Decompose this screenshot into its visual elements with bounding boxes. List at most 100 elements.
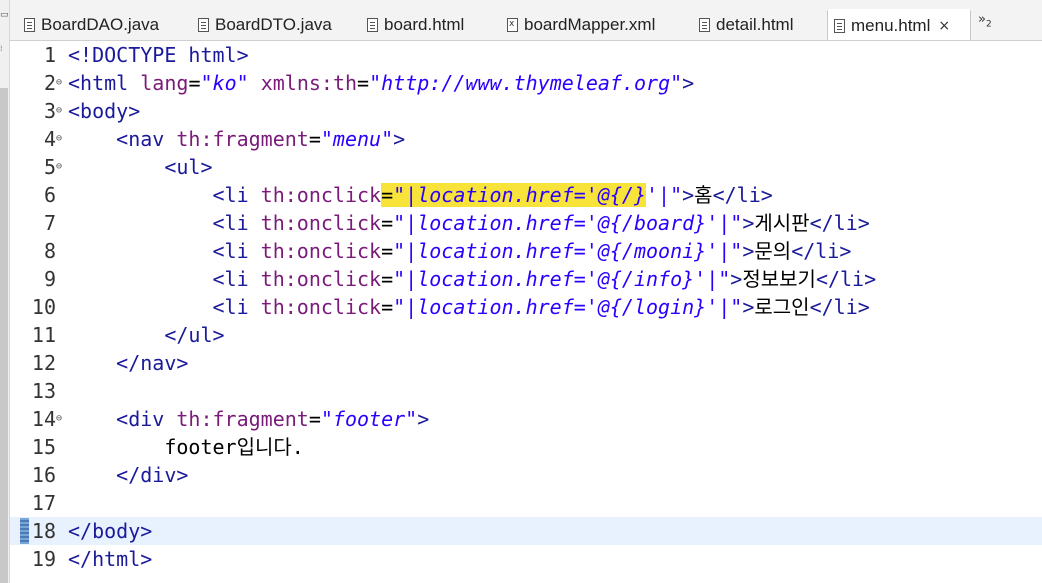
code-editor[interactable]: 1 <!DOCTYPE html> 2 ⊖ <html lang="ko" xm… bbox=[10, 41, 1042, 583]
fold-toggle-icon[interactable]: ⊖ bbox=[56, 105, 62, 117]
code-line: 11 </ul> bbox=[10, 321, 1042, 349]
tag: <li bbox=[68, 211, 249, 235]
line-number: 10 bbox=[31, 295, 56, 319]
tag: <li bbox=[68, 295, 249, 319]
tab-label: detail.html bbox=[716, 14, 794, 34]
tag: > bbox=[682, 71, 695, 95]
line-number: 16 bbox=[31, 463, 56, 487]
tag: > bbox=[393, 127, 406, 151]
line-number: 19 bbox=[31, 547, 56, 571]
equals: = bbox=[381, 295, 394, 319]
tab-board-html[interactable]: board.html bbox=[361, 9, 501, 40]
code-line: 6 <li th:onclick="|location.href='@{/}'|… bbox=[10, 181, 1042, 209]
code-text: <li th:onclick="|location.href='@{/board… bbox=[68, 209, 869, 237]
line-number: 5 bbox=[43, 155, 56, 179]
tag: > bbox=[742, 239, 755, 263]
equals: = bbox=[188, 71, 201, 95]
chevron-double-right-icon: » bbox=[978, 12, 986, 27]
tab-boarddto-java[interactable]: BoardDTO.java bbox=[192, 9, 362, 40]
text-content: 게시판 bbox=[754, 211, 810, 235]
line-number: 2 bbox=[43, 71, 56, 95]
code-text: footer입니다. bbox=[68, 435, 304, 459]
tag: </html> bbox=[68, 547, 153, 571]
text-content: 정보보기 bbox=[742, 267, 816, 291]
panel-dots-icon: ⁞ bbox=[0, 44, 3, 53]
tag: </div> bbox=[68, 463, 189, 487]
attr-value: "|location.href='@{/board}'|" bbox=[393, 211, 743, 235]
code-line: 2 ⊖ <html lang="ko" xmlns:th="http://www… bbox=[10, 69, 1042, 97]
code-line: 10 <li th:onclick="|location.href='@{/lo… bbox=[10, 293, 1042, 321]
tag: <li bbox=[68, 183, 249, 207]
tag: <li bbox=[68, 267, 249, 291]
line-number: 17 bbox=[31, 491, 56, 515]
tag: > bbox=[682, 183, 695, 207]
panel-scrollbar[interactable] bbox=[0, 88, 8, 583]
tag: > bbox=[417, 407, 430, 431]
code-line: 7 <li th:onclick="|location.href='@{/boa… bbox=[10, 209, 1042, 237]
code-text: <body> bbox=[68, 97, 140, 125]
attribute: lang bbox=[128, 71, 189, 95]
line-number: 15 bbox=[31, 435, 56, 459]
tab-detail-html[interactable]: detail.html bbox=[693, 9, 827, 40]
code-text: <li th:onclick="|location.href='@{/info}… bbox=[68, 265, 876, 293]
fold-toggle-icon[interactable]: ⊖ bbox=[56, 413, 62, 425]
tab-menu-html[interactable]: menu.html × bbox=[827, 9, 971, 40]
code-text: </body> bbox=[68, 517, 152, 545]
code-text: </ul> bbox=[68, 321, 224, 349]
text-content: 문의 bbox=[754, 239, 792, 263]
equals: = bbox=[381, 183, 394, 207]
fold-toggle-icon[interactable]: ⊖ bbox=[56, 77, 62, 89]
attr-value: "ko" bbox=[200, 71, 249, 95]
code-line: 8 <li th:onclick="|location.href='@{/moo… bbox=[10, 237, 1042, 265]
line-number: 13 bbox=[31, 379, 56, 403]
tab-label: menu.html bbox=[851, 15, 931, 35]
line-number: 8 bbox=[43, 239, 56, 263]
code-line: 16 </div> bbox=[10, 461, 1042, 489]
code-line: 5 ⊖ <ul> bbox=[10, 153, 1042, 181]
attr-value: "menu" bbox=[320, 127, 394, 151]
code-line: 3 ⊖ <body> bbox=[10, 97, 1042, 125]
attribute: th:onclick bbox=[248, 211, 382, 235]
tab-label: boardMapper.xml bbox=[524, 14, 656, 34]
code-line: 13 bbox=[10, 377, 1042, 405]
tab-boarddao-java[interactable]: BoardDAO.java bbox=[18, 9, 198, 40]
equals: = bbox=[357, 71, 370, 95]
code-text: </nav> bbox=[68, 349, 188, 377]
tag: > bbox=[742, 295, 755, 319]
equals: = bbox=[381, 239, 394, 263]
line-number: 9 bbox=[43, 267, 56, 291]
line-number: 11 bbox=[31, 323, 56, 347]
tag: </li> bbox=[791, 239, 852, 263]
attribute: th:onclick bbox=[248, 267, 382, 291]
code-text: <li th:onclick="|location.href='@{/login… bbox=[68, 293, 869, 321]
attribute: th:fragment bbox=[164, 407, 309, 431]
code-text: <div th:fragment="footer"> bbox=[68, 405, 429, 433]
java-file-icon bbox=[198, 17, 209, 32]
equals: = bbox=[381, 267, 394, 291]
fold-toggle-icon[interactable]: ⊖ bbox=[56, 161, 62, 173]
tab-label: board.html bbox=[384, 14, 465, 34]
code-line: 4 ⊖ <nav th:fragment="menu"> bbox=[10, 125, 1042, 153]
fold-toggle-icon[interactable]: ⊖ bbox=[56, 133, 62, 145]
highlighted-attr-value: "|location.href='@{/} bbox=[393, 183, 646, 207]
text-content: 로그인 bbox=[754, 295, 810, 319]
line-number: 4 bbox=[43, 127, 56, 151]
code-text: </div> bbox=[68, 461, 188, 489]
close-tab-icon[interactable]: × bbox=[938, 18, 950, 34]
tag: </nav> bbox=[68, 351, 189, 375]
tag: <ul> bbox=[68, 155, 213, 179]
attribute: th:fragment bbox=[164, 127, 309, 151]
html-file-icon bbox=[834, 18, 845, 33]
html-file-icon bbox=[699, 17, 710, 32]
current-code-line: 18 </body> bbox=[10, 517, 1042, 545]
code-line: 17 bbox=[10, 489, 1042, 517]
overflow-count: 2 bbox=[985, 19, 992, 30]
tab-overflow-button[interactable]: »2 bbox=[978, 12, 992, 30]
code-line: 12 </nav> bbox=[10, 349, 1042, 377]
code-text: <li th:onclick="|location.href='@{/mooni… bbox=[68, 237, 851, 265]
line-number: 7 bbox=[43, 211, 56, 235]
attr-value: "footer" bbox=[320, 407, 418, 431]
equals: = bbox=[308, 127, 321, 151]
tab-boardmapper-xml[interactable]: boardMapper.xml bbox=[501, 9, 696, 40]
line-number: 1 bbox=[43, 43, 56, 67]
